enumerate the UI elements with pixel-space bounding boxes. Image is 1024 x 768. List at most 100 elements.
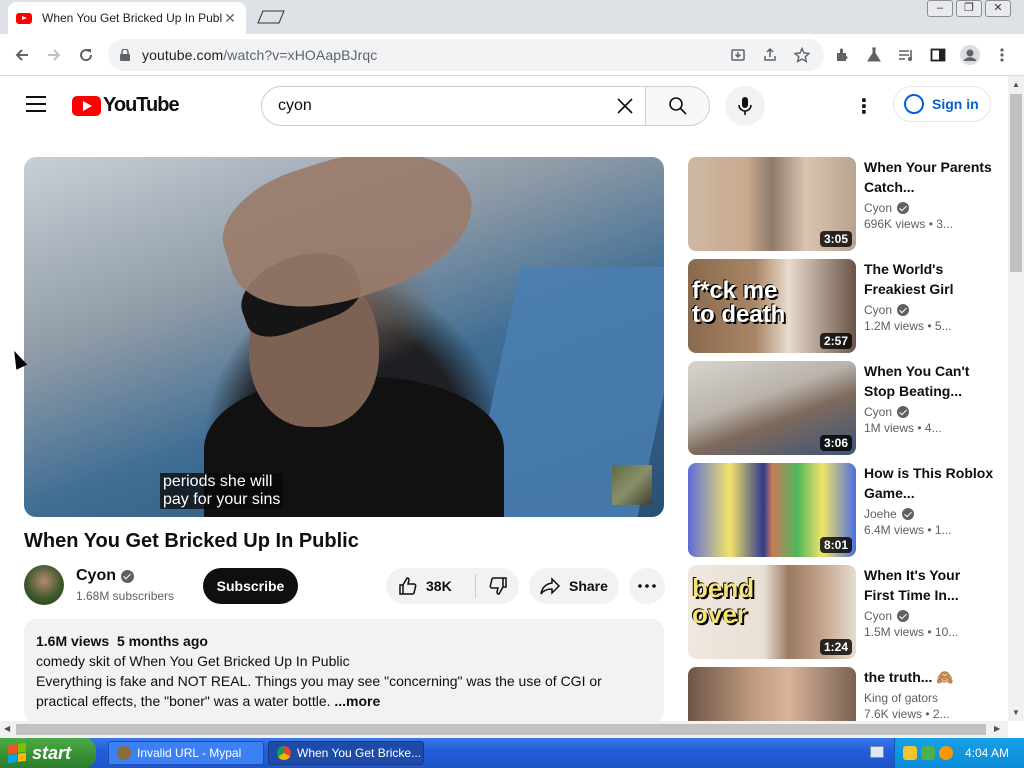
related-views: 1.2M views — [864, 319, 925, 333]
address-bar[interactable]: youtube.com/watch?v=xHOAapBJrqc — [108, 39, 824, 71]
related-item[interactable]: bend over 1:24 When It's Your First Time… — [688, 565, 998, 659]
search-input[interactable]: cyon — [262, 87, 605, 125]
taskbar-item-chrome[interactable]: When You Get Bricke... — [268, 741, 424, 765]
video-thumbnail[interactable]: bend over 1:24 — [688, 565, 856, 659]
microphone-icon — [738, 97, 752, 115]
related-views: 1M views — [864, 421, 915, 435]
side-panel-icon[interactable] — [926, 43, 950, 67]
related-item[interactable]: 3:06 When You Can't Stop Beating... Cyon… — [688, 361, 998, 455]
scroll-left-icon[interactable]: ◀ — [4, 724, 10, 733]
share-page-icon[interactable] — [760, 45, 780, 65]
more-actions-button[interactable] — [629, 568, 665, 604]
like-dislike-bar: 38K — [386, 568, 519, 604]
windows-logo-icon — [8, 742, 26, 764]
verified-icon — [897, 202, 910, 214]
mypal-icon — [117, 746, 131, 760]
channel-name[interactable]: Cyon — [76, 567, 134, 585]
taskbar-item-mypal[interactable]: Invalid URL - Mypal — [108, 741, 264, 765]
browser-menu-icon[interactable] — [990, 43, 1014, 67]
voice-search-button[interactable] — [725, 86, 765, 126]
video-caption: periods she will pay for your sins — [160, 473, 284, 509]
subscribe-button[interactable]: Subscribe — [203, 568, 298, 604]
video-thumbnail[interactable]: 3:06 — [688, 361, 856, 455]
dislike-button[interactable] — [476, 576, 519, 596]
search-button[interactable] — [645, 87, 709, 125]
search-box: cyon — [261, 86, 710, 126]
related-item[interactable]: 3:05 When Your Parents Catch... Cyon 696… — [688, 157, 998, 251]
reading-list-icon[interactable] — [894, 43, 918, 67]
bookmark-star-icon[interactable] — [792, 45, 812, 65]
horizontal-scrollbar[interactable]: ◀ ▶ — [0, 721, 1008, 738]
reload-icon[interactable] — [74, 43, 98, 67]
youtube-logo[interactable]: YouTube — [72, 94, 180, 117]
related-item[interactable]: 8:01 How is This Roblox Game... Joehe 6.… — [688, 463, 998, 557]
verified-icon — [901, 508, 914, 520]
video-thumbnail[interactable] — [688, 667, 856, 721]
related-title: When Your Parents Catch... — [864, 159, 992, 195]
duration-badge: 3:06 — [819, 435, 852, 451]
more-horizontal-icon — [638, 584, 656, 588]
security-shield-icon[interactable] — [903, 746, 917, 760]
search-tray-icon[interactable] — [939, 746, 953, 760]
install-icon[interactable] — [728, 45, 748, 65]
labs-flask-icon[interactable] — [862, 43, 886, 67]
scroll-down-icon[interactable]: ▼ — [1012, 708, 1020, 717]
start-button[interactable]: start — [0, 738, 96, 768]
sign-in-button[interactable]: Sign in — [893, 86, 991, 122]
related-age: 3... — [936, 217, 953, 231]
network-icon[interactable] — [921, 746, 935, 760]
scroll-up-icon[interactable]: ▲ — [1012, 80, 1020, 89]
related-title: When You Can't Stop Beating... — [864, 363, 970, 399]
channel-avatar[interactable] — [24, 565, 64, 605]
video-thumbnail[interactable]: f*ck me to death 2:57 — [688, 259, 856, 353]
tab-close-icon[interactable]: ✕ — [222, 10, 238, 27]
vertical-scrollbar[interactable]: ▲ ▼ — [1008, 76, 1024, 721]
vertical-scroll-thumb[interactable] — [1010, 94, 1022, 272]
clear-search-icon[interactable] — [605, 87, 645, 125]
lock-icon — [120, 49, 130, 61]
like-button[interactable]: 38K — [386, 574, 476, 598]
related-age: 4... — [924, 421, 942, 435]
minimize-icon[interactable]: – — [927, 0, 953, 17]
related-item[interactable]: the truth... 🙈 King of gators 7.6K views… — [688, 667, 998, 721]
settings-more-icon[interactable]: ⋮ — [852, 94, 876, 118]
share-button[interactable]: Share — [529, 568, 619, 604]
channel-watermark[interactable] — [612, 465, 652, 505]
scroll-right-icon[interactable]: ▶ — [994, 724, 1000, 733]
related-channel: Cyon — [864, 405, 994, 419]
related-title: the truth... 🙈 — [864, 669, 954, 685]
profile-avatar-icon[interactable] — [958, 43, 982, 67]
thumbnail-overlay-text: f*ck me to death — [692, 277, 786, 328]
browser-tabstrip: When You Get Bricked Up In Public ✕ – ❐ … — [0, 0, 1024, 34]
related-title: When It's Your First Time In... — [864, 567, 961, 603]
window-controls: – ❐ ✕ — [924, 0, 1011, 18]
verified-icon — [897, 610, 910, 622]
related-age: 5... — [934, 319, 952, 333]
windows-taskbar: start Invalid URL - Mypal When You Get B… — [0, 738, 1024, 768]
extensions-icon[interactable] — [830, 43, 854, 67]
related-channel-name: Joehe — [864, 507, 897, 521]
video-player[interactable]: periods she will pay for your sins — [24, 157, 664, 517]
duration-badge: 1:24 — [819, 639, 852, 655]
keyboard-language-icon[interactable] — [870, 746, 884, 758]
youtube-masthead: YouTube cyon ⋮ Sign in — [0, 76, 1008, 134]
description-box[interactable]: 1.6M views 5 months ago comedy skit of W… — [24, 619, 664, 723]
related-views: 1.5M views — [864, 625, 925, 639]
related-channel: Cyon — [864, 303, 994, 317]
forward-icon[interactable] — [42, 43, 66, 67]
show-more-link[interactable]: ...more — [334, 693, 380, 709]
video-thumbnail[interactable]: 3:05 — [688, 157, 856, 251]
new-tab-icon[interactable] — [256, 10, 286, 24]
guide-menu-icon[interactable] — [26, 96, 46, 112]
related-item[interactable]: f*ck me to death 2:57 The World's Freaki… — [688, 259, 998, 353]
browser-tab-active[interactable]: When You Get Bricked Up In Public ✕ — [8, 2, 246, 34]
video-thumbnail[interactable]: 8:01 — [688, 463, 856, 557]
back-icon[interactable] — [10, 43, 34, 67]
duration-badge: 8:01 — [819, 537, 852, 553]
restore-icon[interactable]: ❐ — [956, 0, 982, 17]
sign-in-label: Sign in — [932, 96, 979, 112]
start-label: start — [32, 742, 72, 763]
horizontal-scroll-thumb[interactable] — [16, 724, 986, 735]
close-window-icon[interactable]: ✕ — [985, 0, 1011, 17]
system-tray: 4:04 AM — [894, 738, 1024, 768]
